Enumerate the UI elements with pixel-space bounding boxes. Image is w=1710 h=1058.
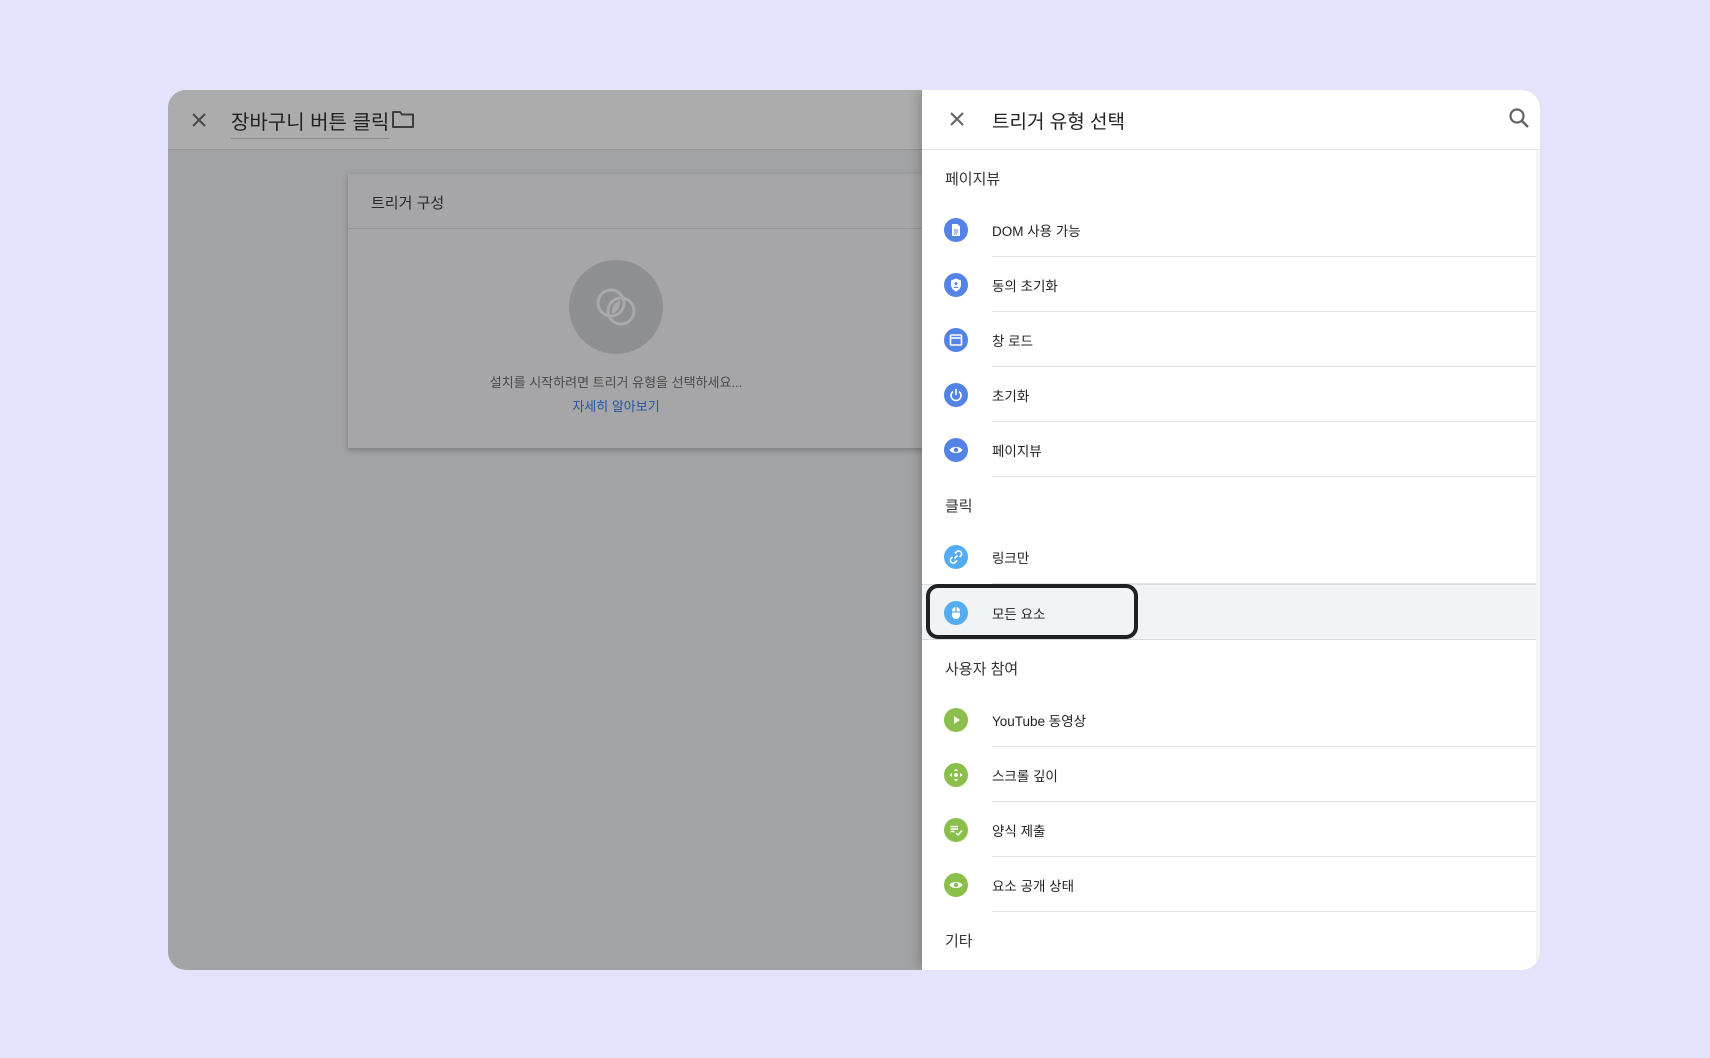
play-icon [944,708,968,732]
move-icon [944,763,968,787]
trigger-form-submission[interactable]: 양식 제출 [922,802,1536,857]
item-label: 페이지뷰 [992,444,1042,459]
divider [992,476,1536,477]
divider [922,639,1536,640]
shield-icon [944,273,968,297]
search-icon[interactable] [1506,105,1532,131]
item-label: 스크롤 깊이 [992,769,1058,784]
trigger-scroll-depth[interactable]: 스크롤 깊이 [922,747,1536,802]
trigger-page-view[interactable]: 페이지뷰 [922,422,1536,477]
trigger-dom-ready[interactable]: DOM 사용 가능 [922,202,1536,257]
item-label: DOM 사용 가능 [992,224,1081,239]
form-check-icon [944,818,968,842]
panel-header: 트리거 유형 선택 [922,90,1540,150]
section-title-other: 기타 [945,933,973,950]
trigger-element-visibility[interactable]: 요소 공개 상태 [922,857,1536,912]
item-label: 링크만 [992,551,1030,566]
trigger-type-list: 페이지뷰 DOM 사용 가능 동의 초기화 창 로드 초기화 페이지뷰 클릭 링… [922,150,1536,964]
editor-header: 장바구니 버튼 클릭 [168,90,922,150]
section-title-pageview: 페이지뷰 [945,171,1001,188]
panel-title: 트리거 유형 선택 [992,112,1125,133]
trigger-name-input[interactable]: 장바구니 버튼 클릭 [231,106,390,139]
focus-highlight [926,584,1138,639]
trigger-placeholder-icon[interactable] [569,260,663,354]
window-icon [944,328,968,352]
item-label: 창 로드 [992,334,1034,349]
trigger-window-loaded[interactable]: 창 로드 [922,312,1536,367]
trigger-consent-init[interactable]: 동의 초기화 [922,257,1536,312]
divider [348,228,948,229]
item-label: 양식 제출 [992,824,1046,839]
trigger-youtube-video[interactable]: YouTube 동영상 [922,692,1536,747]
section-title-engagement: 사용자 참여 [945,661,1019,678]
config-hint-text: 설치를 시작하려면 트리거 유형을 선택하세요... [489,375,743,390]
power-icon [944,383,968,407]
divider [992,911,1536,912]
card-title: 트리거 구성 [371,195,445,212]
trigger-type-panel: 트리거 유형 선택 페이지뷰 DOM 사용 가능 동의 초기화 창 로드 초기화… [922,90,1540,970]
eye-icon [944,438,968,462]
close-icon[interactable] [944,106,970,132]
item-label: 요소 공개 상태 [992,879,1075,894]
close-icon[interactable] [186,107,212,133]
item-label: 초기화 [992,389,1030,404]
section-title-click: 클릭 [945,498,973,515]
app-window: 장바구니 버튼 클릭 트리거 구성 설치를 시작하려면 트리거 유형을 선택하세… [168,90,1540,970]
folder-icon[interactable] [390,107,416,131]
trigger-all-elements[interactable]: 모든 요소 [922,584,1536,640]
eye-icon [944,873,968,897]
trigger-initialization[interactable]: 초기화 [922,367,1536,422]
trigger-just-links[interactable]: 링크만 [922,529,1536,584]
item-label: 동의 초기화 [992,279,1058,294]
scrollbar[interactable] [1536,150,1540,970]
item-label: YouTube 동영상 [992,714,1087,729]
learn-more-link[interactable]: 자세히 알아보기 [518,396,714,415]
document-icon [944,218,968,242]
link-icon [944,545,968,569]
